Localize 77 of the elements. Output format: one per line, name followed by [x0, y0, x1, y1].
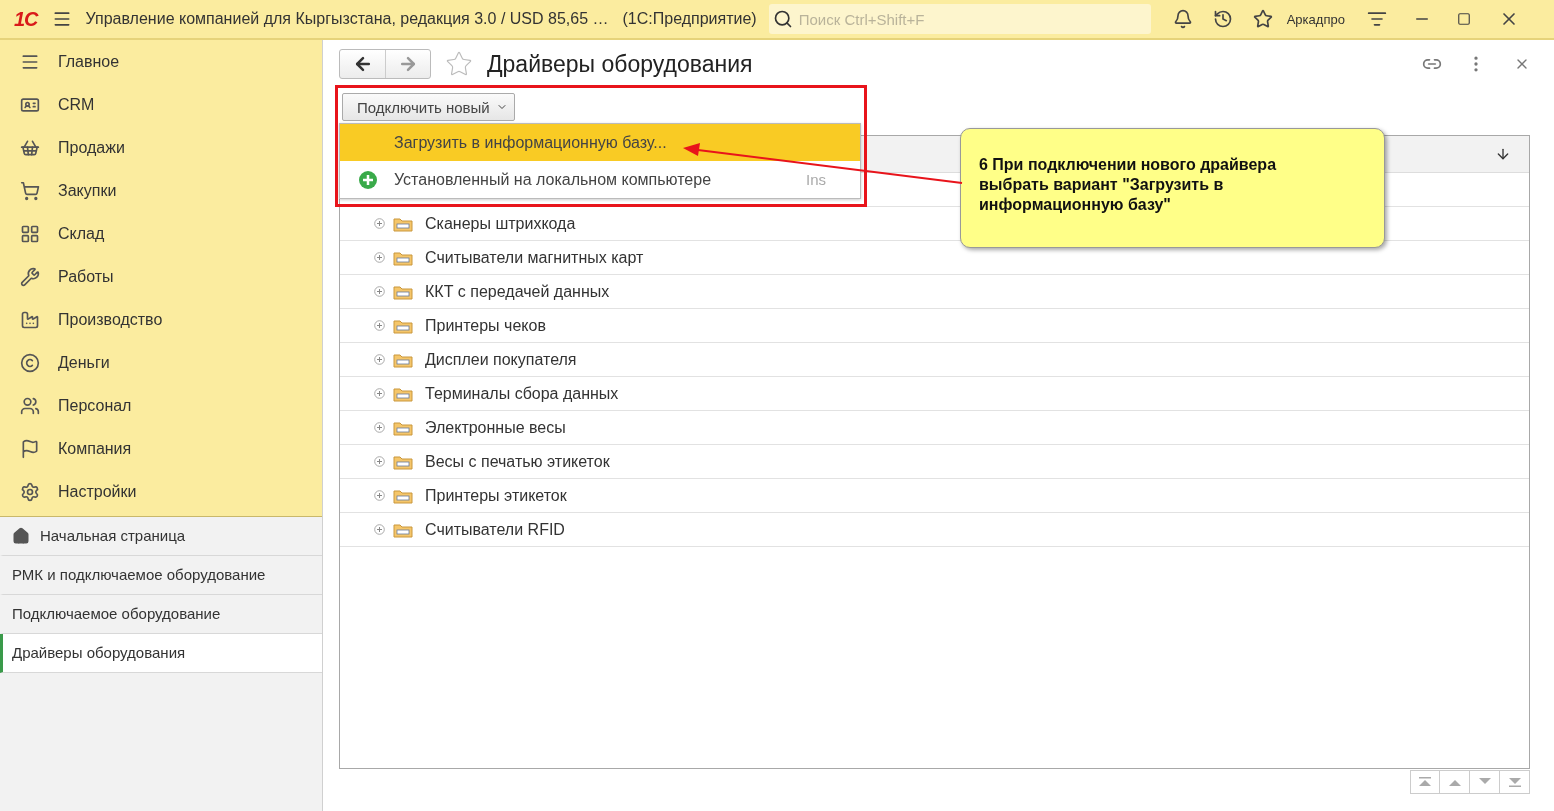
gear-icon	[20, 481, 40, 502]
callout-note: 6 При подключении нового драйвера выбрать вариант "Загрузить в информационную базу"	[960, 128, 1385, 248]
expand-icon[interactable]	[374, 524, 385, 535]
logo[interactable]: 1С	[14, 7, 38, 31]
favorite-star-icon[interactable]	[445, 50, 473, 78]
shortcut-label: Ins	[806, 171, 826, 188]
folder-icon	[393, 317, 413, 334]
cart-icon	[20, 180, 40, 201]
section-item[interactable]: Закупки	[0, 169, 322, 212]
folder-icon	[393, 283, 413, 300]
folder-icon	[393, 249, 413, 266]
section-item[interactable]: Продажи	[0, 126, 322, 169]
expand-icon[interactable]	[374, 388, 385, 399]
section-item[interactable]: Настройки	[0, 470, 322, 513]
search-input[interactable]: Поиск Ctrl+Shift+F	[796, 9, 1147, 29]
section-item[interactable]: CRM	[0, 83, 322, 126]
connect-new-button[interactable]: Подключить новый	[342, 93, 515, 121]
menu-item[interactable]: Установленный на локальном компьютере Ins	[340, 161, 860, 198]
tree-row[interactable]: Считыватели RFID	[340, 513, 1529, 547]
scroll-up-button[interactable]	[1440, 770, 1470, 794]
expand-icon[interactable]	[374, 422, 385, 433]
flag-icon	[20, 438, 40, 459]
expand-icon[interactable]	[374, 286, 385, 297]
expand-icon[interactable]	[374, 252, 385, 263]
triangle-down-icon	[1477, 777, 1492, 787]
basket-icon	[20, 137, 40, 158]
people-icon	[20, 395, 40, 416]
factory-icon	[20, 309, 40, 330]
scroll-top-button[interactable]	[1410, 770, 1440, 794]
form-title: Драйверы оборудования	[487, 50, 754, 78]
section-item[interactable]: Работы	[0, 255, 322, 298]
history-icon[interactable]	[1212, 9, 1233, 29]
filter-icon[interactable]	[1366, 9, 1387, 29]
section-item[interactable]: Склад	[0, 212, 322, 255]
app-name: (1С:Предприятие)	[622, 10, 757, 28]
menu-item[interactable]: Загрузить в информационную базу...	[340, 124, 860, 161]
star-icon[interactable]	[1252, 9, 1273, 29]
wrench-icon	[20, 266, 40, 287]
expand-icon[interactable]	[374, 490, 385, 501]
maximize-icon[interactable]	[1456, 12, 1471, 26]
section-item[interactable]: Деньги	[0, 341, 322, 384]
search-icon	[772, 9, 793, 29]
section-item[interactable]: Компания	[0, 427, 322, 470]
folder-icon	[393, 351, 413, 368]
triangle-up-icon	[1447, 777, 1462, 787]
scroll-down-button[interactable]	[1470, 770, 1500, 794]
tree-row[interactable]: Дисплеи покупателя	[340, 343, 1529, 377]
bell-icon[interactable]	[1172, 9, 1193, 29]
section-item[interactable]: Персонал	[0, 384, 322, 427]
search-field[interactable]: Поиск Ctrl+Shift+F	[768, 4, 1151, 34]
tree-row[interactable]: Терминалы сбора данных	[340, 377, 1529, 411]
section-item[interactable]: Производство	[0, 298, 322, 341]
expand-icon[interactable]	[374, 320, 385, 331]
scroll-bottom-button[interactable]	[1500, 770, 1530, 794]
window-title: Управление компанией для Кыргызстана, редакция 3.0 / USD 85,65 …	[85, 10, 609, 28]
tree-row[interactable]: ККТ с передачей данных	[340, 275, 1529, 309]
add-icon	[358, 169, 378, 190]
folder-icon	[393, 453, 413, 470]
open-page-item[interactable]: Драйверы оборудования	[0, 634, 322, 673]
tree-row[interactable]: Принтеры этикеток	[340, 479, 1529, 513]
folder-icon	[393, 487, 413, 504]
folder-icon	[393, 215, 413, 232]
home-icon	[12, 527, 30, 545]
triangle-down-icon	[1507, 777, 1522, 787]
tree-row[interactable]: Весы с печатью этикеток	[340, 445, 1529, 479]
expand-icon[interactable]	[374, 456, 385, 467]
tree-row[interactable]: Электронные весы	[340, 411, 1529, 445]
expand-icon[interactable]	[374, 354, 385, 365]
expand-icon[interactable]	[374, 218, 385, 229]
folder-icon	[393, 385, 413, 402]
folder-icon	[393, 521, 413, 538]
triangle-up-icon	[1418, 777, 1432, 787]
section-item[interactable]: Главное	[0, 40, 322, 83]
folder-icon	[393, 419, 413, 436]
tree-row[interactable]: Принтеры чеков	[340, 309, 1529, 343]
user-name[interactable]: Аркадпро	[1286, 11, 1345, 27]
grid-icon	[20, 223, 40, 244]
